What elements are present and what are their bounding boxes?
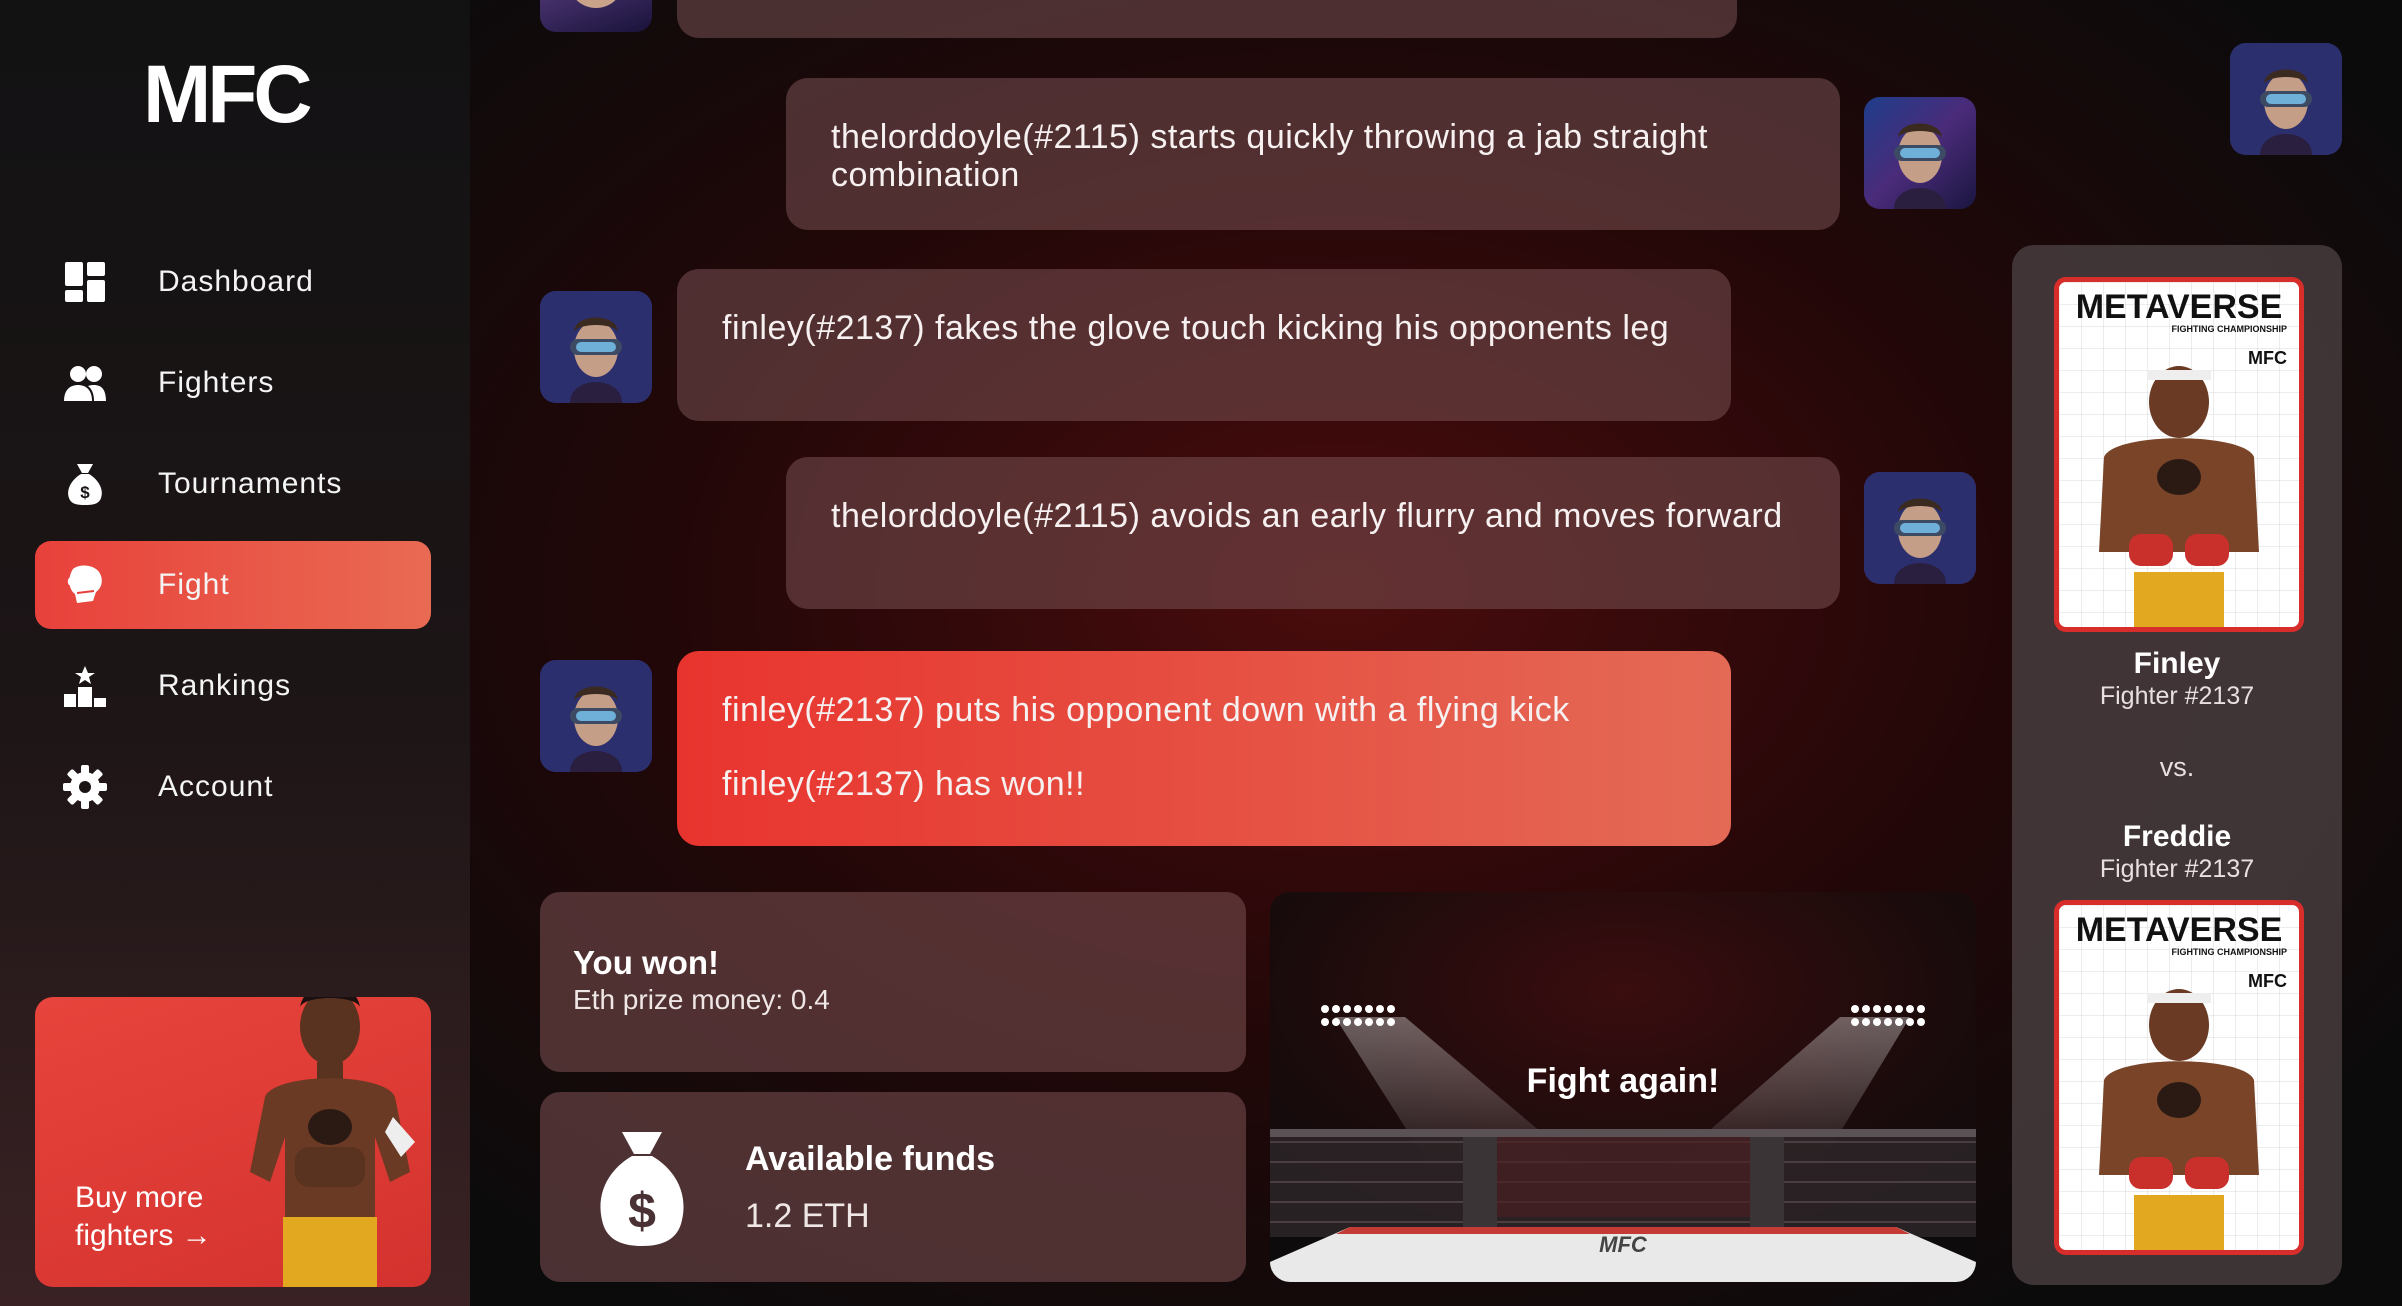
user-avatar[interactable]: [2230, 43, 2342, 155]
funds-value: 1.2 ETH: [745, 1197, 870, 1235]
matchup-panel: METAVERSE FIGHTING CHAMPIONSHIP MFC Finl…: [2012, 245, 2342, 1285]
fight-again-button[interactable]: Fight again! MFC: [1270, 892, 1976, 1282]
fighter-avatar[interactable]: [540, 660, 652, 772]
fighter-2-name: Freddie: [2122, 820, 2232, 853]
chat-bubble: finley(#2137) fakes the glove touch kick…: [677, 269, 1731, 421]
ring-logo: MFC: [1599, 1232, 1647, 1257]
fighter-avatar[interactable]: [1864, 97, 1976, 209]
chat-bubble-win: finley(#2137) puts his opponent down wit…: [677, 651, 1731, 846]
svg-text:METAVERSE: METAVERSE: [2076, 288, 2283, 326]
sidebar-item-fighters[interactable]: Fighters: [35, 339, 431, 427]
sidebar-item-rankings[interactable]: Rankings: [35, 642, 431, 730]
podium-icon: [64, 666, 106, 707]
fighter-card-freddie[interactable]: METAVERSE FIGHTING CHAMPIONSHIP MFC: [2054, 900, 2304, 1255]
svg-text:$: $: [80, 483, 90, 502]
fighter-card-art: METAVERSE FIGHTING CHAMPIONSHIP MFC: [2059, 905, 2299, 1250]
sidebar-item-account[interactable]: Account: [35, 743, 431, 831]
avatar-portrait: [540, 291, 652, 403]
fighter-avatar[interactable]: [540, 291, 652, 403]
funds-title: Available funds: [745, 1140, 996, 1178]
avatar-portrait: [1864, 472, 1976, 584]
fighter-card-finley[interactable]: METAVERSE FIGHTING CHAMPIONSHIP MFC: [2054, 277, 2304, 632]
gear-icon: [63, 765, 107, 809]
fighter-illustration: [250, 997, 415, 1287]
svg-text:METAVERSE: METAVERSE: [2076, 911, 2283, 949]
sidebar-item-label: Rankings: [158, 669, 292, 702]
boxing-glove-icon: [67, 565, 102, 603]
buy-fighters-promo[interactable]: Buy more fighters →: [35, 997, 431, 1287]
sidebar-item-fight[interactable]: Fight: [35, 541, 431, 629]
chat-message-text: thelorddoyle(#2115) starts quickly throw…: [831, 118, 1708, 194]
sidebar-item-label: Fight: [158, 568, 230, 601]
avatar-portrait: [1864, 97, 1976, 209]
versus-label: vs.: [2159, 752, 2195, 782]
dashboard-icon: [65, 262, 105, 302]
fighter-1-name: Finley: [2133, 647, 2221, 680]
sidebar-item-label: Dashboard: [158, 265, 314, 298]
svg-text:FIGHTING CHAMPIONSHIP: FIGHTING CHAMPIONSHIP: [2171, 947, 2287, 957]
users-icon: [64, 366, 106, 401]
money-bag-icon: $: [600, 1132, 684, 1246]
prize-money: Eth prize money: 0.4: [573, 984, 830, 1015]
mfc-logo[interactable]: MFC: [143, 58, 323, 130]
sidebar-item-dashboard[interactable]: Dashboard: [35, 238, 431, 326]
funds-card: $ Available funds 1.2 ETH: [540, 1092, 1246, 1282]
chat-bubble: thelorddoyle(#2115) avoids an early flur…: [786, 457, 1840, 609]
svg-text:MFC: MFC: [143, 58, 310, 130]
chat-message-text: finley(#2137) fakes the glove touch kick…: [722, 309, 1670, 347]
svg-text:MFC: MFC: [2248, 971, 2287, 991]
fight-again-label: Fight again!: [1526, 1062, 1720, 1100]
svg-text:FIGHTING CHAMPIONSHIP: FIGHTING CHAMPIONSHIP: [2171, 324, 2287, 334]
result-title: You won!: [573, 944, 720, 981]
result-card: You won! Eth prize money: 0.4: [540, 892, 1246, 1072]
fighter-avatar[interactable]: [1864, 472, 1976, 584]
chat-message-text: thelorddoyle(#2115) avoids an early flur…: [831, 497, 1783, 535]
avatar-portrait: [540, 660, 652, 772]
chat-bubble-partial: [677, 0, 1737, 38]
sidebar: MFC Dashboard Fighters $ Tournaments Fig…: [0, 0, 470, 1306]
sidebar-item-label: Fighters: [158, 366, 275, 399]
avatar-portrait: [2230, 43, 2342, 155]
money-bag-icon: $: [68, 464, 102, 505]
svg-text:MFC: MFC: [2248, 348, 2287, 368]
sidebar-item-label: Tournaments: [158, 467, 343, 500]
fighter-card-art: METAVERSE FIGHTING CHAMPIONSHIP MFC: [2059, 282, 2299, 627]
fight-result-text: finley(#2137) has won!!: [722, 765, 1086, 803]
sidebar-item-tournaments[interactable]: $ Tournaments: [35, 440, 431, 528]
sidebar-item-label: Account: [158, 770, 274, 803]
fighter-2-id: Fighter #2137: [2099, 855, 2255, 883]
chat-bubble: thelorddoyle(#2115) starts quickly throw…: [786, 78, 1840, 230]
chat-message-text: finley(#2137) puts his opponent down wit…: [722, 691, 1570, 729]
fighter-1-id: Fighter #2137: [2099, 682, 2255, 710]
fighter-avatar[interactable]: [540, 0, 652, 32]
svg-text:$: $: [628, 1183, 656, 1239]
avatar-portrait: [576, 0, 616, 8]
main-nav: Dashboard Fighters $ Tournaments Fight R…: [35, 238, 431, 844]
